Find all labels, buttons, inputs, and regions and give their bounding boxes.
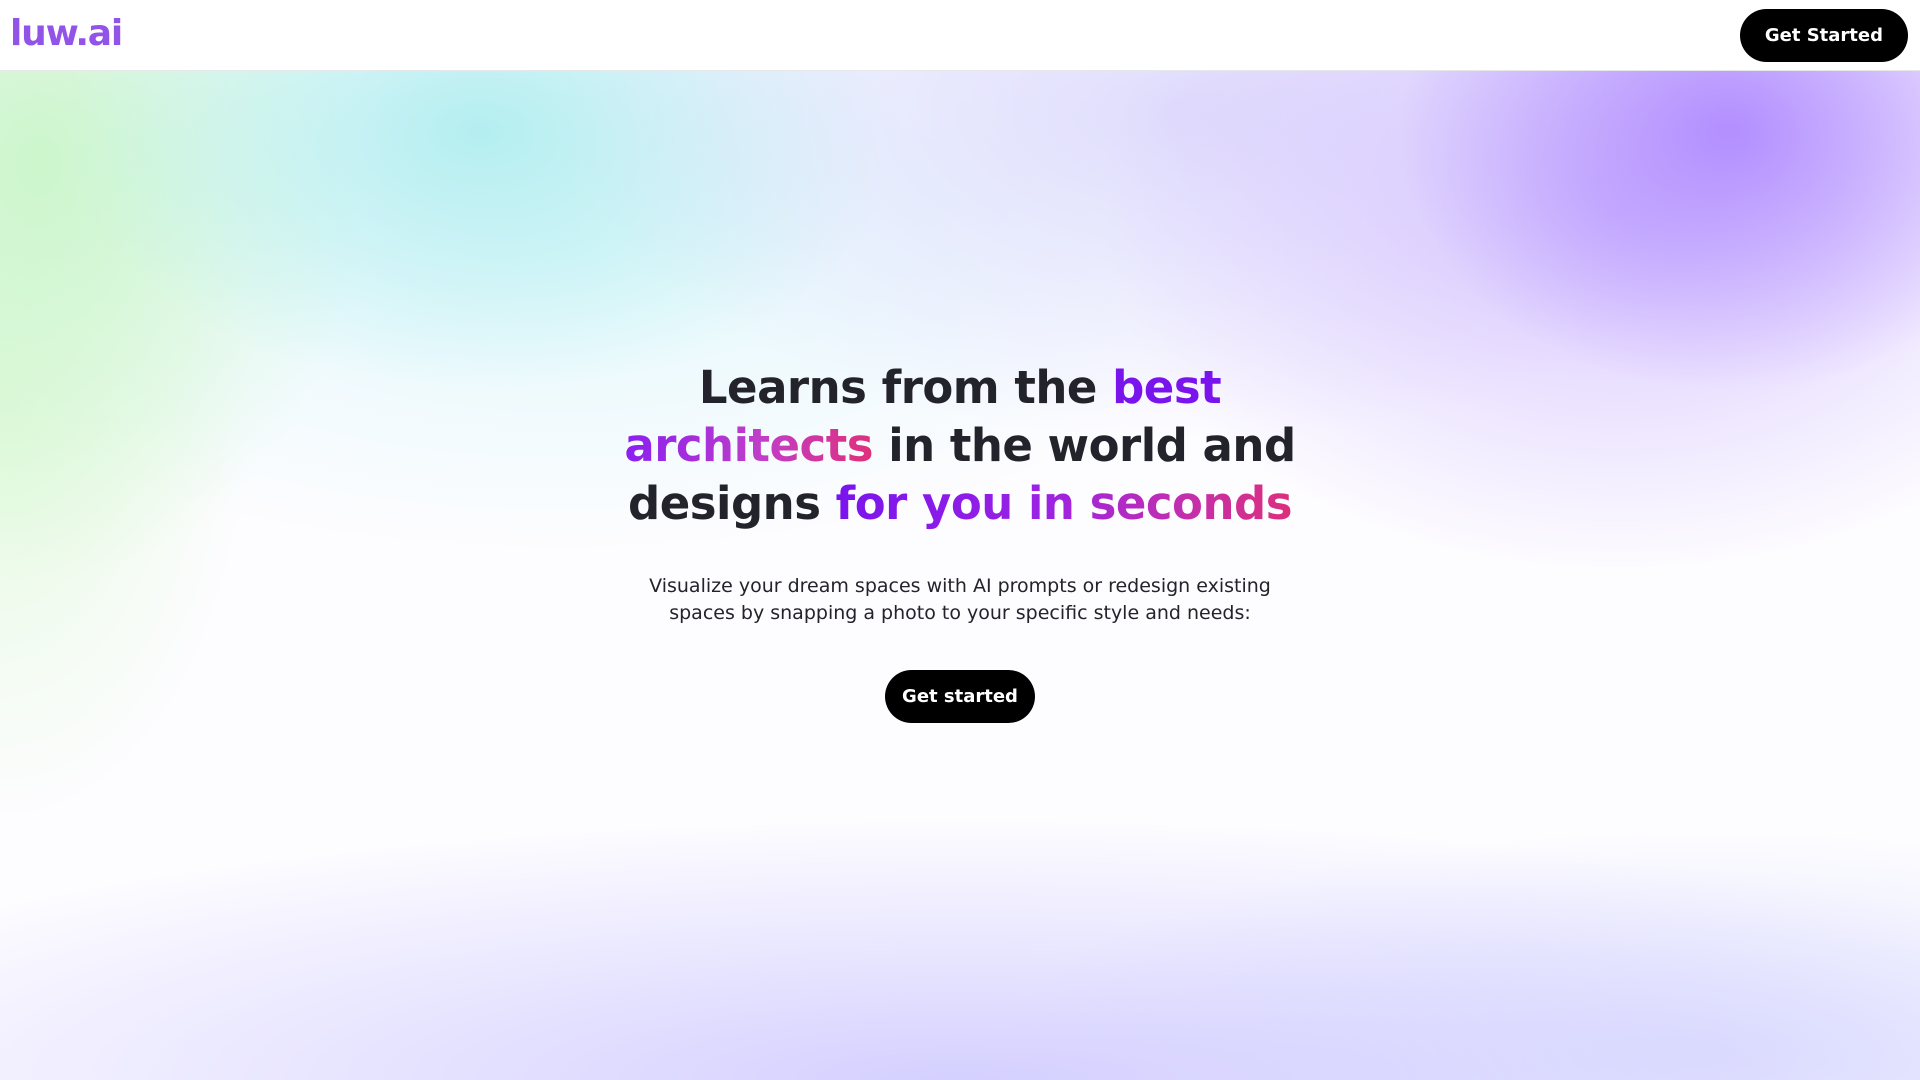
headline-line-1: Learns from the best (560, 359, 1360, 417)
subtitle-line-1: Visualize your dream spaces with AI prom… (649, 575, 1271, 597)
subtitle-line-2: spaces by snapping a photo to your speci… (669, 602, 1251, 624)
top-navbar: luw.ai Get Started (0, 0, 1920, 71)
headline-highlight-architects: architects (624, 419, 874, 472)
headline-highlight-best: best (1112, 361, 1222, 414)
headline-highlight-for-you-in-seconds: for you in seconds (835, 477, 1293, 530)
headline-line-2: architects in the world and (560, 417, 1360, 475)
get-started-nav-button[interactable]: Get Started (1739, 9, 1908, 62)
hero-subtitle: Visualize your dream spaces with AI prom… (610, 573, 1310, 627)
get-started-hero-button[interactable]: Get started (885, 670, 1035, 723)
headline-text: designs (628, 477, 836, 530)
hero-headline: Learns from the best architects in the w… (560, 359, 1360, 533)
headline-line-3: designs for you in seconds (560, 475, 1360, 533)
headline-text: Learns from the (698, 361, 1113, 414)
headline-text: in the world and (873, 419, 1296, 472)
logo[interactable]: luw.ai (10, 12, 123, 56)
